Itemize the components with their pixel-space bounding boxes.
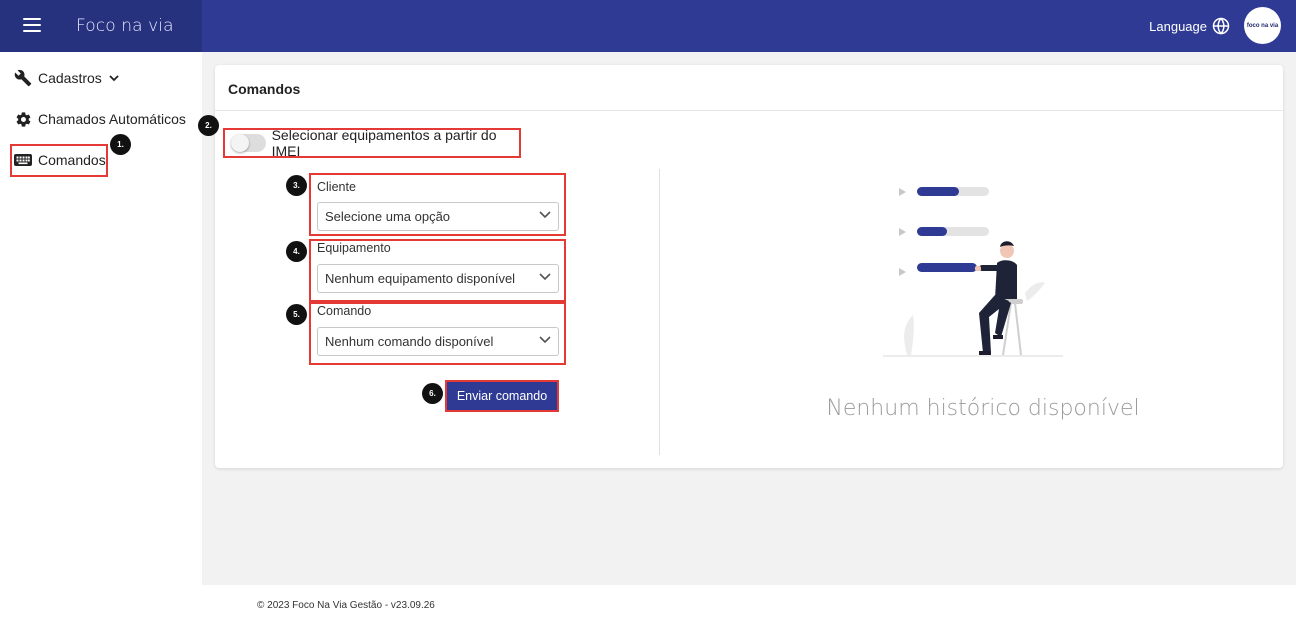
sidebar-item-label: Chamados Automáticos [38,111,186,127]
cliente-label: Cliente [317,180,356,194]
chevron-down-icon [539,336,551,344]
brand-name: Foco na via [76,16,174,36]
hamburger-menu-icon[interactable] [23,18,41,32]
equipamento-field: Equipamento Nenhum equipamento disponíve… [309,239,566,302]
equipamento-label: Equipamento [317,241,391,255]
top-bar: Foco na via Language foco na via [0,0,1296,52]
commands-card: Comandos 2. Selecionar equipamentos a pa… [198,65,1283,468]
comando-select-value: Nenhum comando disponível [325,334,494,349]
chevron-down-icon [539,273,551,281]
vertical-divider [659,169,660,455]
comando-field: Comando Nenhum comando disponível [309,302,566,365]
brand-area: Foco na via [0,0,202,52]
comando-label: Comando [317,304,372,318]
annotation-badge-3: 3. [286,175,307,196]
cliente-field: Cliente Selecione uma opção [309,173,566,236]
avatar[interactable]: foco na via [1244,7,1281,44]
sidebar: Cadastros Chamados Automáticos Comandos … [0,52,202,620]
equipamento-select-value: Nenhum equipamento disponível [325,271,516,286]
chevron-down-icon [539,211,551,219]
annotation-badge-6: 6. [422,383,443,404]
annotation-badge-2: 2. [198,115,219,136]
imei-toggle[interactable]: Selecionar equipamentos a partir do IMEI [223,127,521,159]
gear-icon [14,110,32,128]
annotation-badge-1: 1. [110,134,131,155]
sidebar-item-label: Cadastros [38,70,102,86]
imei-switch[interactable] [231,134,266,152]
sidebar-item-comandos[interactable]: Comandos [14,151,106,169]
sidebar-item-label: Comandos [38,152,106,168]
annotation-badge-5: 5. [286,304,307,325]
footer: © 2023 Foco Na Via Gestão - v23.09.26 [202,585,1296,620]
keyboard-icon [14,151,32,169]
language-label: Language [1149,18,1207,34]
page-title: Comandos [228,81,301,97]
cliente-select-value: Selecione uma opção [325,209,451,224]
comando-select[interactable]: Nenhum comando disponível [317,327,559,356]
annotation-badge-4: 4. [286,241,307,262]
globe-icon [1212,17,1230,35]
sidebar-item-cadastros[interactable]: Cadastros [14,69,120,87]
equipamento-select[interactable]: Nenhum equipamento disponível [317,264,559,293]
card-divider [215,110,1283,111]
empty-history-text: Nenhum histórico disponível [826,396,1140,421]
wrench-icon [14,69,32,87]
imei-toggle-label: Selecionar equipamentos a partir do IMEI [271,127,497,159]
chevron-down-icon [109,75,119,82]
avatar-logo-text: foco na via [1246,22,1279,29]
footer-copyright: © 2023 Foco Na Via Gestão - v23.09.26 [257,600,435,611]
empty-history-illustration [883,187,1063,357]
language-selector[interactable]: Language [1149,17,1230,35]
sidebar-item-chamados-automaticos[interactable]: Chamados Automáticos [14,110,186,128]
cliente-select[interactable]: Selecione uma opção [317,202,559,231]
send-command-button[interactable]: Enviar comando [445,380,559,412]
